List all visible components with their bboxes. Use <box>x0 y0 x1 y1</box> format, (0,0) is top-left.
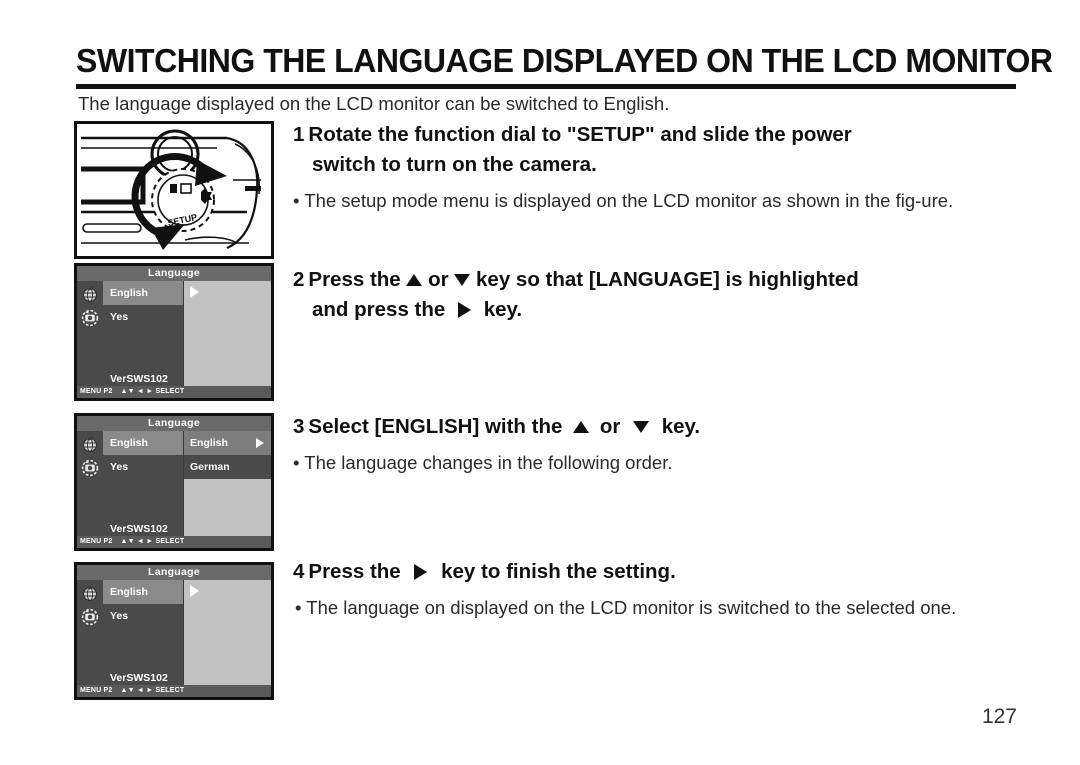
step-1-heading-line2: switch to turn on the camera. <box>312 153 597 176</box>
lcd-submenu-option-english: English <box>184 431 271 455</box>
lcd-icon-column <box>77 431 103 536</box>
lcd-version-label: VerSWS102 <box>110 523 168 535</box>
lcd-menu-item-column: English Yes VerSWS102 <box>103 431 184 536</box>
step-4-heading: 4 Press the key to finish the setting. <box>293 557 1003 587</box>
camera-dial-svg: SETUP <box>77 124 271 256</box>
lcd-icon-column <box>77 281 103 386</box>
lcd-submenu-panel <box>184 281 271 386</box>
lcd-menu-item-reset: Yes <box>110 311 129 323</box>
status-menu-label: MENU P2 <box>80 388 113 395</box>
lcd-menu-item-column: English Yes VerSWS102 <box>103 281 184 386</box>
step-3-heading-c: key. <box>661 415 701 438</box>
lcd-menu-item-language: English <box>103 580 183 604</box>
camera-dial-illustration: SETUP <box>74 121 274 259</box>
right-arrow-icon <box>256 438 264 448</box>
status-select-label: SELECT <box>155 538 185 545</box>
step-2-number: 2 <box>293 268 305 291</box>
lcd-submenu-option-german: German <box>184 455 271 479</box>
step-4-heading-b: key to finish the setting. <box>441 560 676 583</box>
camera-reset-icon <box>77 456 103 480</box>
lcd-menu-item-language: English <box>103 431 183 455</box>
step-1-heading-line1: Rotate the function dial to "SETUP" and … <box>308 123 852 146</box>
globe-language-icon <box>77 282 103 306</box>
lcd-screen-title: Language <box>77 266 271 282</box>
right-arrow-icon <box>190 286 199 298</box>
step-1-heading: 1 Rotate the function dial to "SETUP" and… <box>293 120 1003 150</box>
step-2-heading-a: Press the <box>308 268 401 291</box>
step-2-heading-b: or <box>428 268 449 291</box>
status-keys-label: ▲▼ ◄ ► <box>120 538 154 545</box>
step-3-heading-b: or <box>599 415 621 438</box>
step-2: 2 Press the or key so that [LANGUAGE] is … <box>293 265 1003 325</box>
step-1: 1 Rotate the function dial to "SETUP" and… <box>293 120 1003 215</box>
arrow-right-icon <box>458 301 471 318</box>
lcd-status-bar: MENU P2 ▲▼ ◄ ► SELECT <box>77 536 271 548</box>
lcd-submenu-panel <box>184 580 271 685</box>
step-1-bullet: • The setup mode menu is displayed on th… <box>293 190 954 211</box>
step-1-heading-line2-wrap: switch to turn on the camera. <box>293 150 1003 180</box>
step-3-number: 3 <box>293 415 305 438</box>
step-4-heading-a: Press the <box>308 560 401 583</box>
status-keys-label: ▲▼ ◄ ► <box>120 388 154 395</box>
lcd-icon-column <box>77 580 103 685</box>
lcd-screen-figure-2: Language English Yes VerSWS102 English G… <box>74 413 274 551</box>
right-arrow-icon <box>190 585 199 597</box>
status-keys-label: ▲▼ ◄ ► <box>120 687 154 694</box>
lcd-menu-item-column: English Yes VerSWS102 <box>103 580 184 685</box>
lcd-status-bar: MENU P2 ▲▼ ◄ ► SELECT <box>77 386 271 398</box>
lcd-screen-figure-1: Language English Yes VerSWS102 MENU P2 ▲… <box>74 263 274 401</box>
page-title: SWITCHING THE LANGUAGE DISPLAYED ON THE … <box>76 42 1053 79</box>
globe-language-icon <box>77 581 103 605</box>
camera-reset-icon <box>77 605 103 629</box>
step-4-number: 4 <box>293 560 305 583</box>
lcd-menu-item-language: English <box>103 281 183 305</box>
lcd-screen-title: Language <box>77 565 271 581</box>
lcd-version-label: VerSWS102 <box>110 373 168 385</box>
lcd-screen-figure-3: Language English Yes VerSWS102 MENU P2 ▲… <box>74 562 274 700</box>
step-2-heading-e: key. <box>483 298 523 321</box>
step-3-heading: 3 Select [ENGLISH] with the or key. <box>293 412 1003 442</box>
arrow-right-icon <box>414 563 428 580</box>
status-menu-label: MENU P2 <box>80 687 113 694</box>
globe-language-icon <box>77 432 103 456</box>
lcd-submenu-panel: English German <box>184 431 271 536</box>
title-underline-rule <box>76 84 1016 89</box>
step-3-bullet: • The language changes in the following … <box>293 452 673 473</box>
arrow-down-icon <box>633 420 650 433</box>
status-select-label: SELECT <box>155 388 185 395</box>
step-3-heading-a: Select [ENGLISH] with the <box>308 415 563 438</box>
arrow-down-icon <box>454 273 471 286</box>
step-2-heading-d: and press the <box>312 298 446 321</box>
step-2-heading-line2-wrap: and press the key. <box>293 295 1003 325</box>
lcd-submenu-option-label: English <box>190 437 228 449</box>
step-1-number: 1 <box>293 123 305 146</box>
status-select-label: SELECT <box>155 687 185 694</box>
arrow-up-icon <box>406 273 423 286</box>
step-3: 3 Select [ENGLISH] with the or key. • The… <box>293 412 1003 477</box>
status-menu-label: MENU P2 <box>80 538 113 545</box>
step-4: 4 Press the key to finish the setting. • … <box>293 557 1003 622</box>
step-4-bullet: • The language on displayed on the LCD m… <box>295 597 957 618</box>
lcd-submenu-option-label: German <box>190 461 230 473</box>
camera-reset-icon <box>77 306 103 330</box>
lcd-menu-item-reset: Yes <box>110 461 129 473</box>
intro-paragraph: The language displayed on the LCD monito… <box>78 93 670 114</box>
step-2-heading-c: key so that [LANGUAGE] is highlighted <box>476 268 859 291</box>
arrow-up-icon <box>573 420 590 433</box>
step-2-heading: 2 Press the or key so that [LANGUAGE] is … <box>293 265 1003 295</box>
lcd-menu-item-reset: Yes <box>110 610 129 622</box>
page-number: 127 <box>981 705 1017 728</box>
lcd-status-bar: MENU P2 ▲▼ ◄ ► SELECT <box>77 685 271 697</box>
lcd-screen-title: Language <box>77 416 271 432</box>
lcd-version-label: VerSWS102 <box>110 672 168 684</box>
